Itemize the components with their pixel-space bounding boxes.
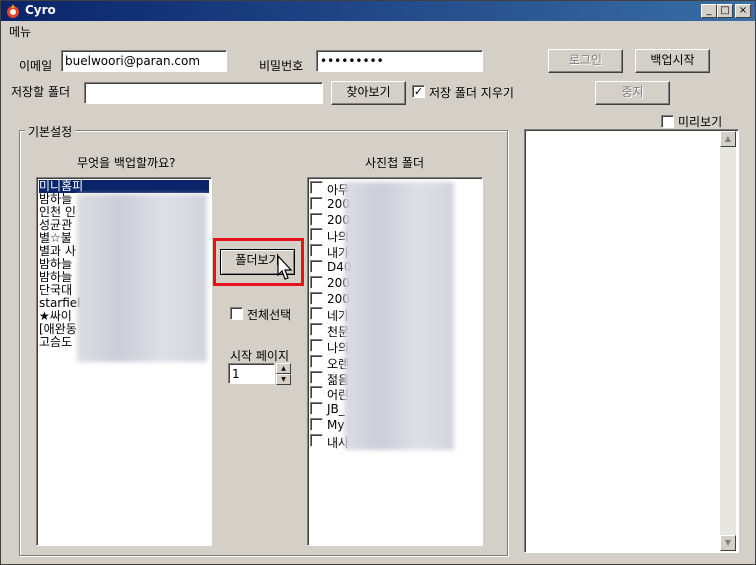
email-input[interactable] (61, 50, 227, 72)
close-button[interactable]: × (735, 4, 751, 18)
preview-scrollbar[interactable]: ▲ ▼ (720, 131, 736, 551)
mouse-cursor-icon (277, 255, 293, 280)
maximize-button[interactable]: □ (717, 4, 733, 18)
album-folder-label: JB_ (327, 402, 345, 417)
blurred-content (77, 194, 207, 362)
album-folder-checkbox[interactable] (310, 196, 323, 210)
window-title: Cyro (25, 3, 56, 17)
scroll-down-icon[interactable]: ▼ (720, 535, 736, 551)
album-folder-label: 사진첩 폴더 (365, 156, 425, 170)
album-folder-checkbox[interactable] (310, 244, 323, 258)
preview-checkbox[interactable] (661, 115, 674, 128)
album-folder-label: My (327, 418, 345, 432)
clear-save-folder-label: 저장 폴더 지우기 (429, 86, 514, 100)
title-bar[interactable]: Cyro _ □ × (1, 1, 755, 21)
album-folder-checkbox[interactable] (310, 275, 323, 289)
album-folder-checkbox[interactable] (310, 181, 323, 194)
backup-question-label: 무엇을 백업할까요? (77, 156, 176, 170)
stop-button[interactable]: 중지 (595, 81, 670, 105)
start-page-input[interactable] (228, 363, 275, 384)
browse-button[interactable]: 찾아보기 (331, 81, 406, 105)
password-label: 비밀번호 (259, 59, 304, 73)
album-folder-checkbox[interactable] (310, 228, 323, 242)
start-page-label: 시작 페이지 (230, 349, 290, 363)
album-folder-checkbox[interactable] (310, 323, 323, 337)
scroll-up-icon[interactable]: ▲ (720, 131, 736, 147)
email-label: 이메일 (19, 59, 53, 73)
list-item[interactable]: 미니홈피 (39, 180, 209, 193)
album-folder-checkbox[interactable] (310, 354, 323, 368)
album-folder-checkbox[interactable] (310, 339, 323, 352)
select-all-checkbox[interactable] (230, 307, 243, 320)
album-folder-checkbox[interactable] (310, 418, 323, 431)
basic-settings-label: 기본설정 (25, 123, 76, 140)
homepage-listbox[interactable]: 미니홈피 밤하늘 인천 인 성균관 별☆불 별과 사 밤하늘 밤하늘 단국대 starfiel ★싸… (36, 177, 212, 546)
album-folder-checkbox[interactable] (310, 370, 323, 384)
start-backup-button[interactable]: 백업시작 (635, 49, 710, 73)
blurred-content (344, 182, 454, 450)
album-folder-checkbox[interactable] (310, 212, 323, 226)
album-folder-checkbox[interactable] (310, 291, 323, 305)
password-input[interactable] (316, 50, 483, 72)
login-button[interactable]: 로그인 (548, 49, 623, 73)
app-icon (7, 4, 19, 18)
album-folder-checkbox[interactable] (310, 402, 323, 416)
preview-pane[interactable]: ▲ ▼ (524, 129, 739, 553)
album-folder-listbox[interactable]: 아무 200 200 나의 내가 D40 200 200 네가 천문 나의 오렌 젊음 어린 JB_ My 내사 (307, 177, 483, 546)
clear-save-folder-checkbox[interactable]: ✓ (412, 85, 425, 98)
main-window: Cyro _ □ × 메뉴 이메일 비밀번호 로그인 백업시작 저장할 폴더 찾… (0, 0, 756, 565)
preview-label: 미리보기 (678, 115, 723, 129)
select-all-label: 전체선택 (247, 308, 292, 322)
save-folder-input[interactable] (84, 82, 323, 104)
menu-item-main[interactable]: 메뉴 (9, 23, 31, 40)
album-folder-checkbox[interactable] (310, 386, 323, 400)
album-folder-checkbox[interactable] (310, 433, 323, 447)
menu-bar: 메뉴 (1, 21, 755, 39)
album-folder-checkbox[interactable] (310, 260, 323, 273)
album-folder-checkbox[interactable] (310, 307, 323, 321)
start-page-up-button[interactable]: ▲ (276, 363, 291, 374)
minimize-button[interactable]: _ (701, 4, 717, 18)
start-page-down-button[interactable]: ▼ (276, 374, 291, 385)
save-folder-label: 저장할 폴더 (11, 85, 71, 99)
